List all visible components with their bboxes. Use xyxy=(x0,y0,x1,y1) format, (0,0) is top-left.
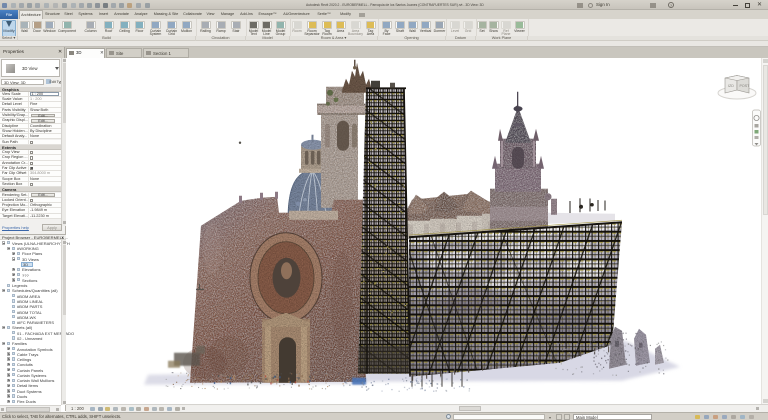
svg-text:POST: POST xyxy=(740,84,751,88)
svg-text:IZD: IZD xyxy=(728,84,734,88)
